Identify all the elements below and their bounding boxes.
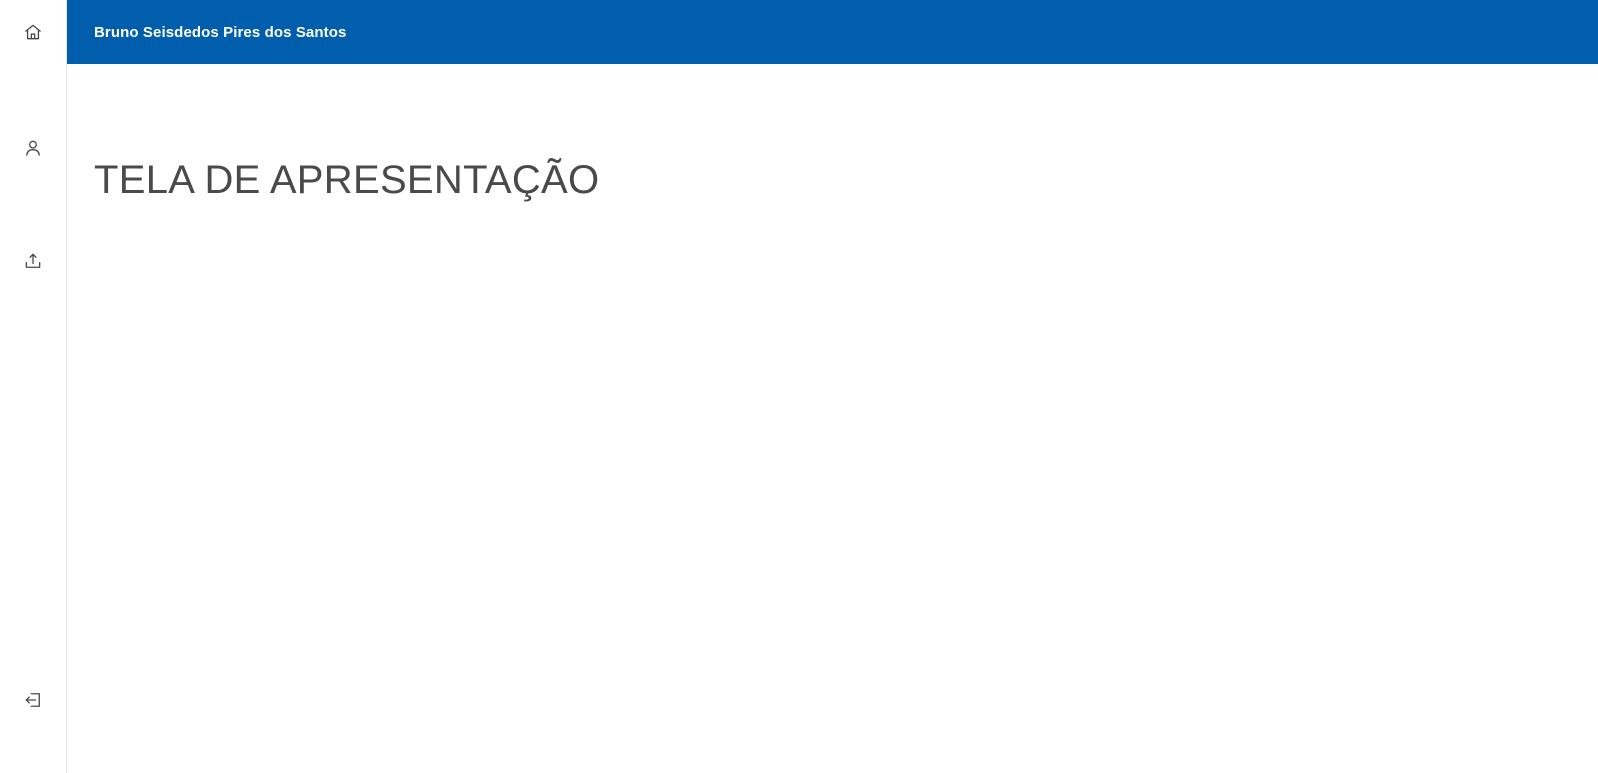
user-icon (23, 138, 43, 158)
logout-icon (23, 690, 43, 710)
page-title: TELA DE APRESENTAÇÃO (94, 158, 600, 202)
sidebar-item-upload[interactable] (0, 241, 66, 281)
user-name: Bruno Seisdedos Pires dos Santos (94, 23, 347, 41)
app-window: Bruno Seisdedos Pires dos Santos TELA DE… (0, 0, 1598, 773)
upload-icon (23, 251, 43, 271)
main-content: Bruno Seisdedos Pires dos Santos TELA DE… (67, 0, 1598, 773)
sidebar-item-home[interactable] (0, 12, 66, 52)
home-icon (23, 22, 43, 42)
sidebar-item-profile[interactable] (0, 128, 66, 168)
sidebar-item-logout[interactable] (0, 680, 66, 720)
top-bar: Bruno Seisdedos Pires dos Santos (67, 0, 1598, 64)
sidebar (0, 0, 67, 773)
